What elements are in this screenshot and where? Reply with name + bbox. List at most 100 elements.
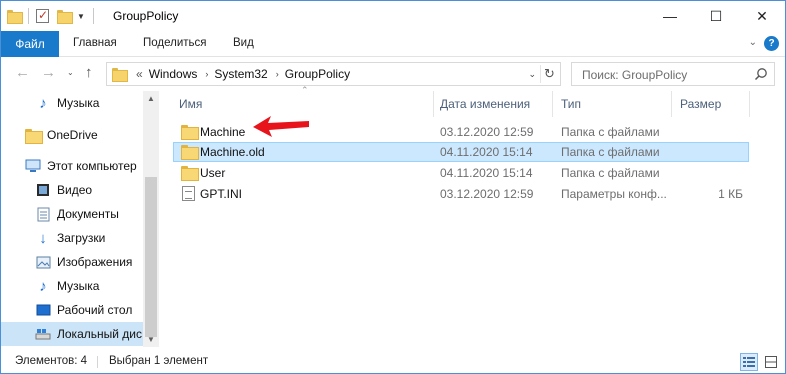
- address-bar[interactable]: « Windows › System32 › GroupPolicy ⌄ ↻: [106, 62, 561, 86]
- nav-item-documents[interactable]: Документы: [1, 202, 143, 226]
- file-date: 03.12.2020 12:59: [440, 187, 534, 201]
- column-divider[interactable]: [433, 91, 434, 117]
- file-type: Папка с файлами: [561, 145, 660, 159]
- title-divider: [92, 8, 94, 24]
- nav-item-label: Рабочий стол: [57, 303, 133, 317]
- large-icons-view-icon[interactable]: [762, 353, 780, 371]
- quick-access-toolbar: ▼: [7, 7, 94, 25]
- file-type: Параметры конф...: [561, 187, 667, 201]
- minimize-button[interactable]: —: [647, 1, 693, 31]
- back-arrow-icon[interactable]: ←: [15, 64, 30, 81]
- folder-icon: [181, 166, 199, 181]
- navigation-bar: ← → ⌄ ↑ « Windows › System32 › GroupPoli…: [1, 59, 785, 89]
- nav-item-onedrive[interactable]: OneDrive: [1, 123, 143, 147]
- nav-item-video[interactable]: Видео: [1, 178, 143, 202]
- computer-icon: [25, 158, 41, 174]
- file-name: Machine: [200, 125, 246, 139]
- scroll-down-icon[interactable]: ▼: [147, 335, 155, 344]
- file-row-machine-old[interactable]: Machine.old 04.11.2020 15:14 Папка с фай…: [173, 142, 749, 162]
- ribbon: Файл Главная Поделиться Вид ⌄ ?: [1, 31, 785, 57]
- nav-item-label: Локальный дис: [57, 327, 142, 341]
- title-bar: ▼ GroupPolicy — ☐ ✕: [1, 1, 785, 31]
- nav-item-music[interactable]: ♪ Музыка: [1, 274, 143, 298]
- new-folder-icon[interactable]: [57, 10, 73, 24]
- status-divider: [97, 356, 98, 368]
- nav-item-downloads[interactable]: ↓ Загрузки: [1, 226, 143, 250]
- download-icon: ↓: [39, 229, 47, 247]
- scrollbar-thumb[interactable]: [145, 177, 157, 337]
- nav-item-music-top[interactable]: ♪ Музыка: [1, 91, 143, 115]
- recent-locations-chevron-icon[interactable]: ⌄: [67, 68, 74, 77]
- tab-file[interactable]: Файл: [1, 31, 59, 57]
- pictures-icon: [35, 254, 51, 270]
- folder-icon: [181, 125, 199, 140]
- file-name: Machine.old: [200, 145, 265, 159]
- nav-item-this-pc[interactable]: Этот компьютер: [1, 154, 143, 178]
- help-icon[interactable]: ?: [764, 36, 779, 51]
- column-size[interactable]: Размер: [680, 97, 721, 111]
- breadcrumb-chevron-icon[interactable]: ›: [276, 69, 279, 79]
- nav-item-label: Этот компьютер: [47, 159, 137, 173]
- file-row-user[interactable]: User 04.11.2020 15:14 Папка с файлами: [173, 163, 749, 183]
- breadcrumb-grouppolicy[interactable]: GroupPolicy: [285, 67, 350, 81]
- column-divider[interactable]: [671, 91, 672, 117]
- file-date: 03.12.2020 12:59: [440, 125, 534, 139]
- folder-icon: [25, 127, 43, 144]
- sort-indicator-icon: ⌃: [301, 85, 309, 95]
- window-title: GroupPolicy: [113, 9, 179, 23]
- window-controls: — ☐ ✕: [647, 1, 785, 31]
- column-divider[interactable]: [749, 91, 750, 117]
- customize-toolbar-chevron-icon[interactable]: ▼: [77, 12, 85, 21]
- file-name: User: [200, 166, 226, 180]
- refresh-icon[interactable]: ↻: [540, 65, 558, 83]
- file-date: 04.11.2020 15:14: [440, 166, 533, 180]
- file-row-gpt-ini[interactable]: GPT.INI 03.12.2020 12:59 Параметры конф.…: [173, 184, 749, 204]
- expand-ribbon-chevron-icon[interactable]: ⌄: [749, 37, 757, 48]
- forward-arrow-icon[interactable]: →: [41, 64, 56, 81]
- folder-icon: [112, 68, 128, 82]
- tab-share[interactable]: Поделиться: [143, 37, 207, 49]
- scroll-up-icon[interactable]: ▲: [147, 94, 155, 103]
- column-date[interactable]: Дата изменения: [440, 97, 530, 111]
- up-arrow-icon[interactable]: ↑: [85, 64, 93, 81]
- folder-icon: [7, 10, 23, 24]
- nav-item-label: Загрузки: [57, 231, 106, 245]
- nav-item-label: Видео: [57, 183, 93, 197]
- tab-view[interactable]: Вид: [233, 37, 254, 49]
- nav-item-label: Изображения: [57, 255, 133, 269]
- column-type[interactable]: Тип: [561, 97, 581, 111]
- maximize-button[interactable]: ☐: [693, 1, 739, 31]
- navigation-scrollbar[interactable]: ▲ ▼: [143, 91, 159, 347]
- file-type: Папка с файлами: [561, 166, 660, 180]
- nav-item-label: Музыка: [57, 96, 100, 110]
- breadcrumb-system32[interactable]: System32: [214, 67, 267, 81]
- properties-icon[interactable]: [36, 8, 49, 23]
- nav-item-local-disk[interactable]: Локальный дис: [1, 322, 143, 346]
- toolbar-divider: [28, 8, 29, 24]
- details-view-icon[interactable]: [740, 353, 758, 371]
- video-icon: [35, 182, 51, 198]
- tab-home[interactable]: Главная: [73, 37, 117, 49]
- column-name[interactable]: Имя: [179, 97, 202, 111]
- breadcrumb-chevron-icon[interactable]: ›: [205, 69, 208, 79]
- search-input[interactable]: Поиск: GroupPolicy: [571, 62, 775, 86]
- drive-icon: [35, 326, 51, 342]
- breadcrumb-windows[interactable]: Windows: [149, 67, 198, 81]
- address-history-chevron-icon[interactable]: ⌄: [528, 69, 536, 80]
- close-button[interactable]: ✕: [739, 1, 785, 31]
- nav-item-pictures[interactable]: Изображения: [1, 250, 143, 274]
- nav-item-label: OneDrive: [47, 128, 98, 142]
- annotation-arrow-icon: [253, 116, 309, 137]
- music-icon: ♪: [39, 94, 47, 112]
- column-divider[interactable]: [552, 91, 553, 117]
- status-selected: Выбран 1 элемент: [109, 355, 209, 367]
- nav-item-label: Документы: [57, 207, 119, 221]
- search-placeholder: Поиск: GroupPolicy: [582, 68, 688, 82]
- nav-item-label: Музыка: [57, 279, 100, 293]
- breadcrumb-overflow[interactable]: «: [136, 67, 143, 81]
- documents-icon: [35, 206, 51, 222]
- file-date: 04.11.2020 15:14: [440, 145, 533, 159]
- nav-item-desktop[interactable]: Рабочий стол: [1, 298, 143, 322]
- desktop-icon: [35, 302, 51, 318]
- ini-file-icon: [182, 186, 198, 201]
